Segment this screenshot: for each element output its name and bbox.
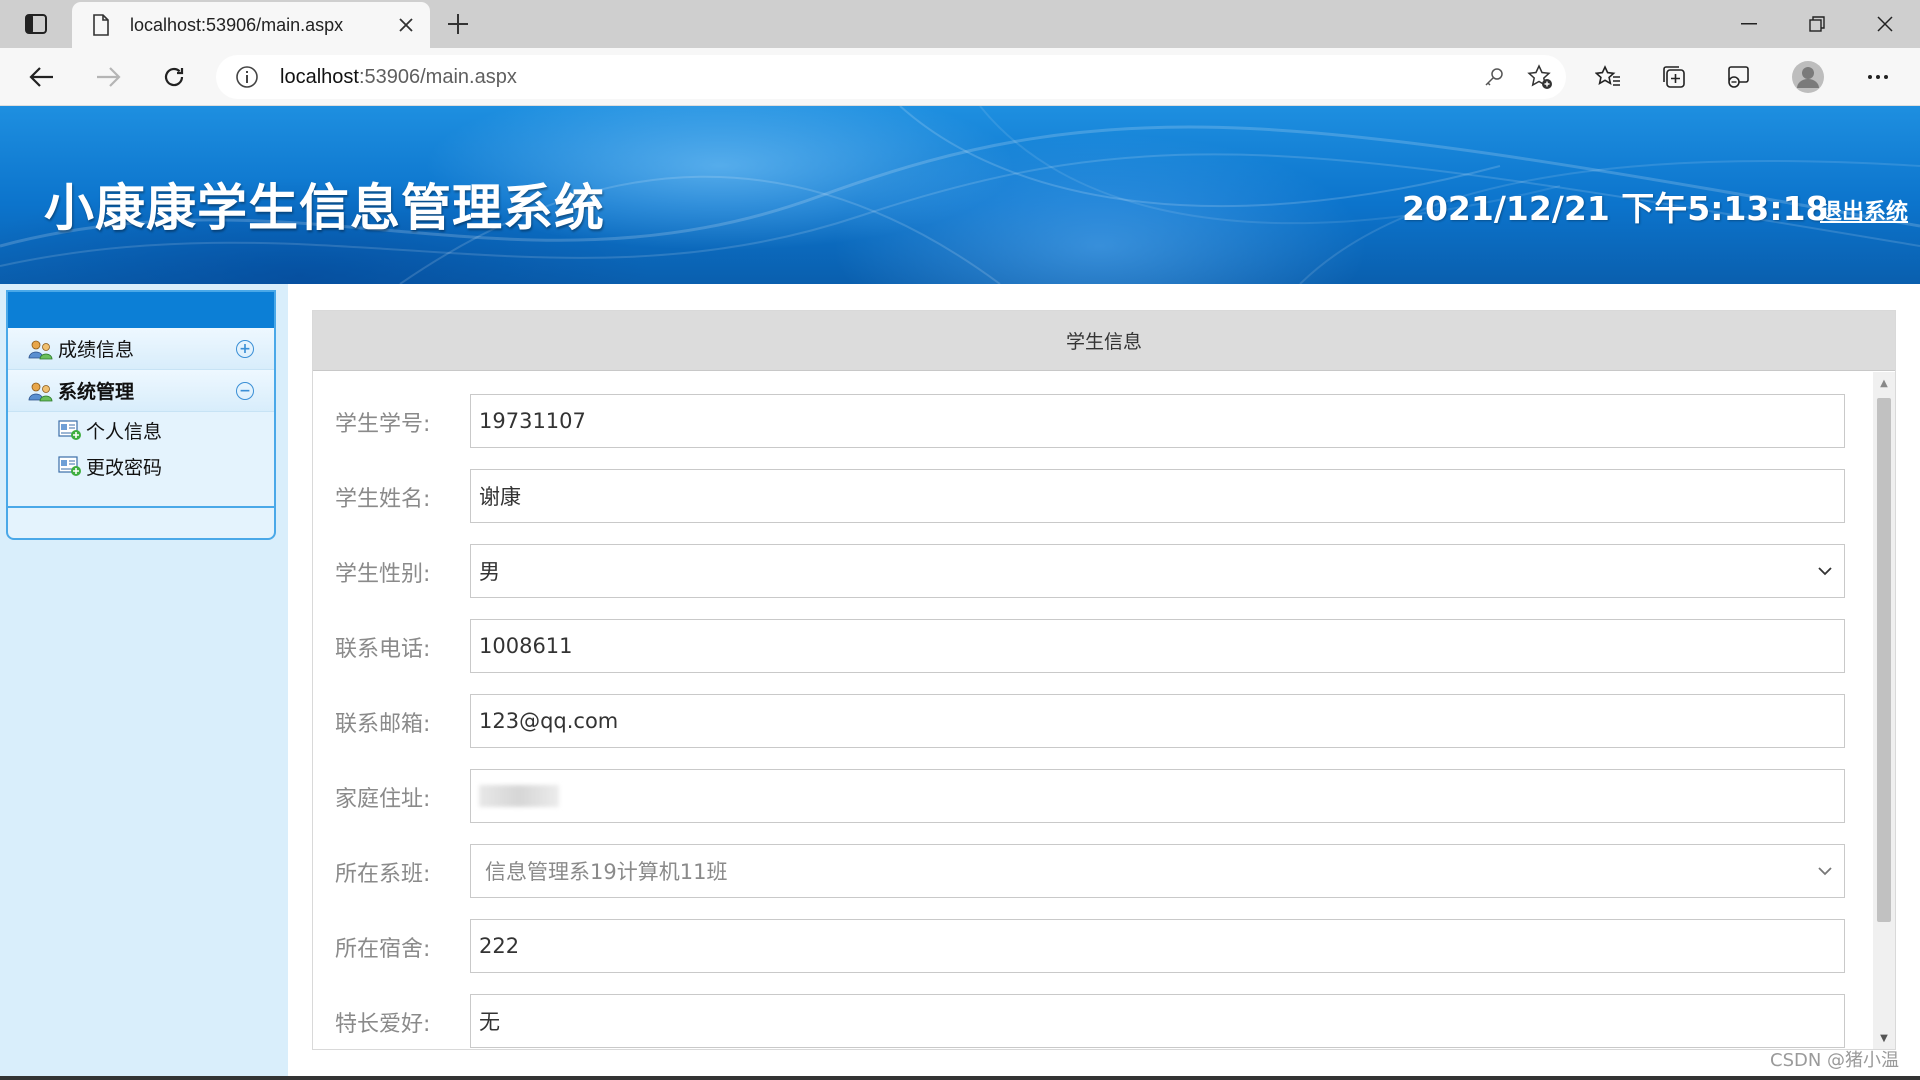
field-label: 联系电话:	[335, 637, 431, 662]
sidebar-item-label: 更改密码	[86, 456, 163, 479]
scrollbar-thumb[interactable]	[1877, 398, 1891, 922]
form-row-phone: 联系电话: 1008611	[313, 619, 1873, 673]
menu-divider	[8, 506, 274, 508]
close-tab-icon[interactable]	[388, 7, 424, 43]
form-row-class: 所在系班: 信息管理系19计算机11班	[313, 844, 1873, 898]
browser-tab-strip: localhost:53906/main.aspx	[0, 0, 1920, 48]
field-label: 学生姓名:	[335, 487, 431, 512]
close-window-icon[interactable]	[1852, 0, 1918, 48]
form-row-student-name: 学生姓名: 谢康	[313, 469, 1873, 523]
restore-icon[interactable]	[1784, 0, 1850, 48]
chevron-down-icon	[1818, 566, 1832, 575]
student-id-input[interactable]: 19731107	[470, 394, 1845, 448]
field-label: 所在系班:	[335, 862, 431, 887]
url-text[interactable]: localhost:53906/main.aspx	[280, 66, 1474, 89]
field-label: 联系邮箱:	[335, 712, 431, 737]
id-card-icon	[58, 456, 81, 476]
sidebar-group-grades[interactable]: 成绩信息 +	[8, 328, 274, 370]
ie-mode-icon[interactable]	[1716, 57, 1760, 97]
email-input[interactable]: 123@qq.com	[470, 694, 1845, 748]
header-banner: 小康康学生信息管理系统 2021/12/21 下午5:13:18 退出系统	[0, 106, 1920, 284]
address-bar[interactable]: localhost:53906/main.aspx	[216, 55, 1566, 99]
new-tab-icon[interactable]	[438, 6, 478, 42]
logout-link[interactable]: 退出系统	[1820, 194, 1908, 226]
class-select-value: 信息管理系19计算机11班	[485, 860, 728, 884]
collections-icon[interactable]	[1652, 57, 1696, 97]
panel-title: 学生信息	[313, 311, 1895, 371]
minimize-icon[interactable]	[1716, 0, 1782, 48]
sidebar-item-label: 个人信息	[86, 420, 163, 443]
more-menu-icon[interactable]	[1856, 57, 1900, 97]
expand-plus-icon[interactable]: +	[236, 339, 254, 358]
content-area: 成绩信息 + 系统管理 − 个人信息 更改密码 学生信息 学生学号: 19731…	[0, 284, 1920, 1080]
field-label: 学生学号:	[335, 412, 431, 437]
browser-tab[interactable]: localhost:53906/main.aspx	[72, 2, 430, 48]
sidebar-item-change-password[interactable]: 更改密码	[8, 448, 274, 484]
menu-header-bar	[8, 292, 274, 328]
scroll-down-icon[interactable]: ▼	[1873, 1031, 1895, 1045]
favorites-icon[interactable]	[1586, 57, 1630, 97]
form-scrollbar[interactable]: ▲ ▼	[1873, 372, 1895, 1049]
student-info-panel: 学生信息 学生学号: 19731107 学生姓名: 谢康 学生性别: 男 联系电…	[312, 310, 1896, 1050]
dorm-input[interactable]: 222	[470, 919, 1845, 973]
gender-select[interactable]: 男	[470, 544, 1845, 598]
collapse-minus-icon[interactable]: −	[236, 381, 254, 400]
chevron-down-icon	[1818, 866, 1832, 875]
site-info-icon[interactable]	[234, 64, 260, 90]
users-group-icon	[28, 382, 53, 401]
field-label: 学生性别:	[335, 562, 431, 587]
field-label: 所在宿舍:	[335, 937, 431, 962]
key-icon[interactable]	[1474, 57, 1514, 97]
form-row-student-id: 学生学号: 19731107	[313, 394, 1873, 448]
student-name-input[interactable]: 谢康	[470, 469, 1845, 523]
page-icon	[88, 12, 114, 38]
redacted-text	[479, 785, 559, 807]
watermark: CSDN @猪小温	[1770, 1050, 1900, 1071]
tab-title: localhost:53906/main.aspx	[130, 14, 344, 35]
hobby-input[interactable]: 无	[470, 994, 1845, 1048]
sidebar-group-label: 系统管理	[58, 381, 135, 403]
clock-display: 2021/12/21 下午5:13:18	[1402, 189, 1829, 228]
sidebar: 成绩信息 + 系统管理 − 个人信息 更改密码	[0, 284, 288, 1080]
form-row-address: 家庭住址:	[313, 769, 1873, 823]
form-row-gender: 学生性别: 男	[313, 544, 1873, 598]
refresh-icon[interactable]	[152, 57, 196, 97]
tab-actions-icon[interactable]	[14, 8, 58, 40]
add-favorite-icon[interactable]	[1520, 57, 1560, 97]
form-row-dorm: 所在宿舍: 222	[313, 919, 1873, 973]
browser-toolbar: localhost:53906/main.aspx	[0, 48, 1920, 106]
address-input[interactable]	[470, 769, 1845, 823]
forward-arrow-icon[interactable]	[86, 57, 130, 97]
sidebar-menu: 成绩信息 + 系统管理 − 个人信息 更改密码	[6, 290, 276, 540]
gender-select-value: 男	[479, 560, 500, 584]
back-arrow-icon[interactable]	[20, 57, 64, 97]
page-title: 小康康学生信息管理系统	[44, 179, 605, 237]
student-info-form: 学生学号: 19731107 学生姓名: 谢康 学生性别: 男 联系电话: 10…	[313, 372, 1873, 1049]
sidebar-item-personal-info[interactable]: 个人信息	[8, 412, 274, 448]
id-card-icon	[58, 420, 81, 440]
class-select[interactable]: 信息管理系19计算机11班	[470, 844, 1845, 898]
field-label: 特长爱好:	[335, 1012, 431, 1037]
profile-avatar-icon[interactable]	[1786, 57, 1830, 97]
scroll-up-icon[interactable]: ▲	[1873, 376, 1895, 390]
bottom-border	[0, 1076, 1920, 1080]
sidebar-group-system[interactable]: 系统管理 −	[8, 370, 274, 412]
form-row-email: 联系邮箱: 123@qq.com	[313, 694, 1873, 748]
sidebar-group-label: 成绩信息	[58, 339, 135, 361]
form-row-hobby: 特长爱好: 无	[313, 994, 1873, 1048]
phone-input[interactable]: 1008611	[470, 619, 1845, 673]
users-group-icon	[28, 340, 53, 359]
field-label: 家庭住址:	[335, 787, 431, 812]
